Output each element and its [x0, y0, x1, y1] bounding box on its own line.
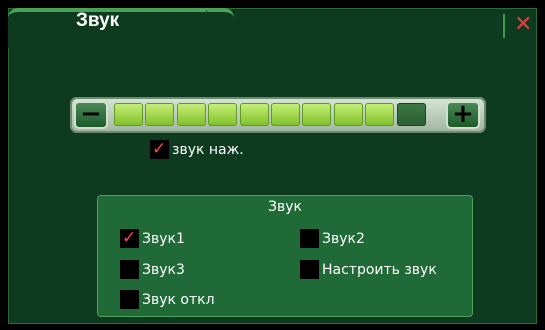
group-title: Звук [268, 199, 302, 215]
key-sound-checkbox[interactable]: ✓ звук наж. [150, 139, 244, 159]
page-title: Звук [76, 10, 120, 31]
option-sound2[interactable]: ✓ Звук2 [300, 229, 365, 248]
option-label: Звук откл [142, 291, 215, 308]
close-separator [503, 14, 505, 38]
option-sound3[interactable]: ✓ Звук3 [120, 260, 185, 279]
volume-segment[interactable] [114, 103, 143, 126]
option-sound-off[interactable]: ✓ Звук откл [120, 290, 215, 309]
volume-segment[interactable] [176, 103, 206, 126]
checkbox-box[interactable]: ✓ [120, 228, 139, 248]
checkbox-box[interactable]: ✓ [150, 139, 169, 159]
option-label: Звук3 [142, 261, 185, 278]
volume-segment[interactable] [365, 103, 395, 126]
check-mark-icon: ✓ [122, 228, 137, 248]
option-label: Настроить звук [322, 261, 437, 278]
option-sound1[interactable]: ✓ Звук1 [120, 228, 185, 248]
title-tab-slant [206, 10, 234, 48]
volume-segment[interactable] [302, 103, 332, 126]
key-sound-label: звук наж. [172, 141, 244, 158]
option-custom-sound[interactable]: ✓ Настроить звук [300, 260, 437, 279]
title-tab [8, 8, 234, 48]
volume-segment[interactable] [271, 103, 300, 126]
volume-segment[interactable] [239, 103, 269, 126]
volume-down-button[interactable]: − [74, 101, 108, 129]
checkbox-box[interactable]: ✓ [120, 290, 139, 309]
volume-up-button[interactable]: + [446, 101, 480, 129]
volume-segment[interactable] [208, 103, 238, 126]
close-icon[interactable]: ✕ [514, 12, 532, 38]
checkbox-box[interactable]: ✓ [120, 260, 139, 279]
volume-segment[interactable] [145, 103, 175, 126]
option-label: Звук2 [322, 230, 365, 247]
checkbox-box[interactable]: ✓ [300, 229, 319, 248]
volume-segment[interactable] [396, 103, 426, 126]
sound-group: Звук ✓ Звук1 ✓ Звук2 ✓ Звук3 ✓ Настроить… [97, 195, 473, 317]
option-label: Звук1 [142, 230, 185, 247]
checkbox-box[interactable]: ✓ [300, 260, 319, 279]
volume-slider[interactable]: − + [70, 97, 486, 133]
volume-segment[interactable] [333, 103, 363, 126]
check-mark-icon: ✓ [152, 139, 167, 159]
